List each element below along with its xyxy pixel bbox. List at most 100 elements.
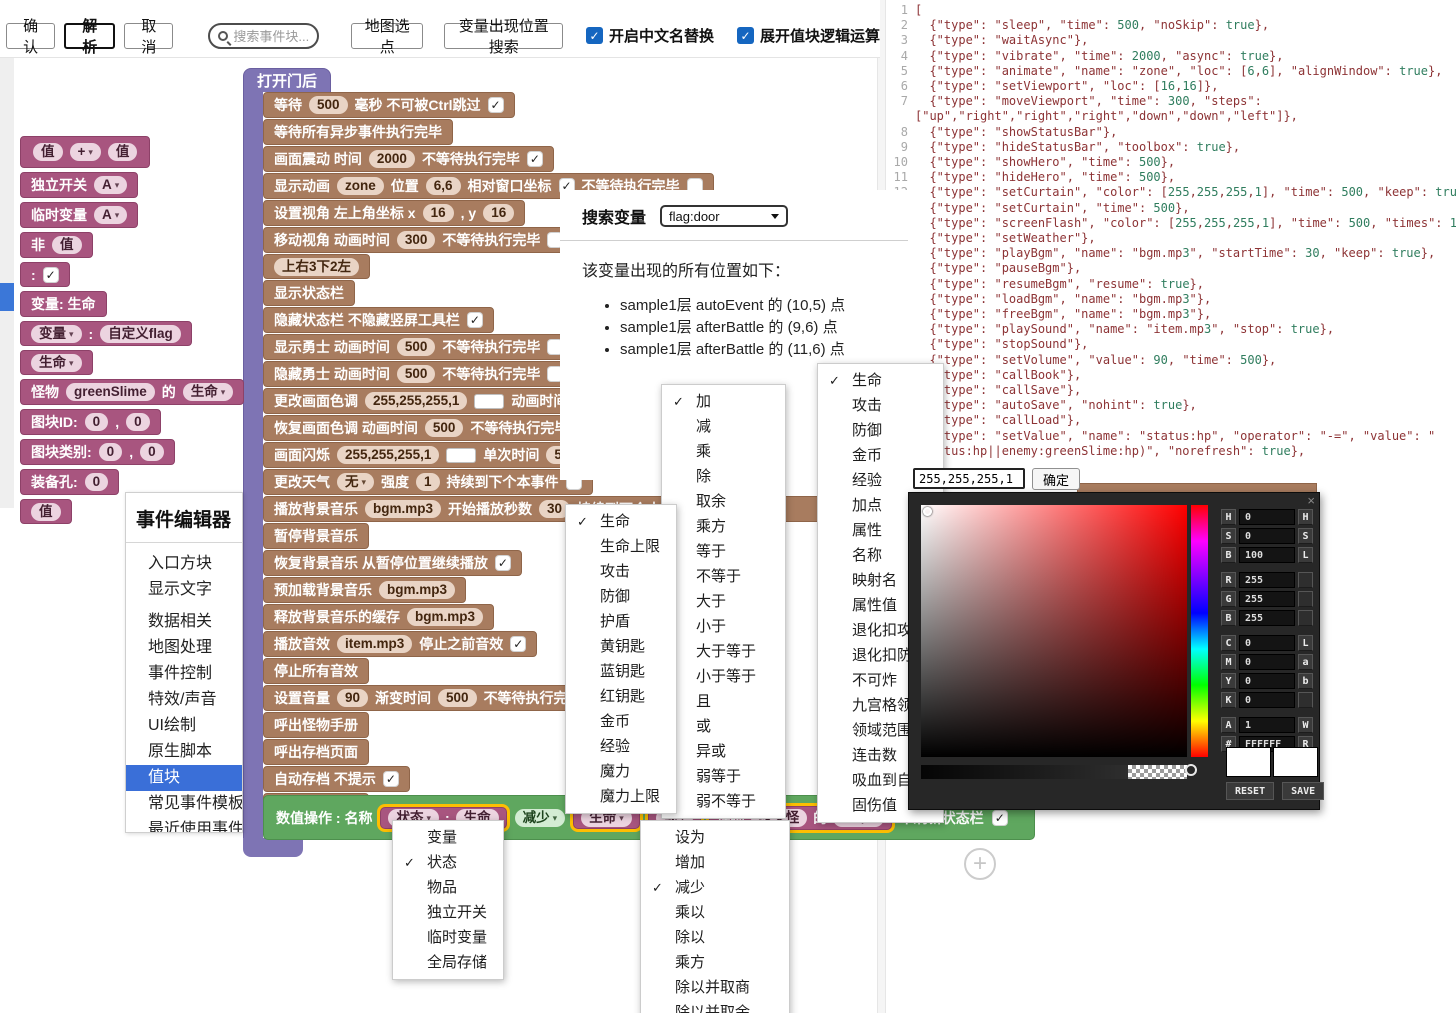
block-field[interactable]: 值 xyxy=(33,143,63,161)
menu-item[interactable]: 物品 xyxy=(393,875,503,900)
menu-item[interactable]: 大于 xyxy=(662,589,785,614)
menu-item[interactable]: ✓状态 xyxy=(393,850,503,875)
block-checkbox[interactable]: ✓ xyxy=(992,810,1008,826)
event-block[interactable]: 等待500毫秒 不可被Ctrl跳过✓ xyxy=(263,92,515,118)
block-field[interactable]: item.mp3 xyxy=(337,635,412,653)
menu-item[interactable]: 生命上限 xyxy=(566,534,676,559)
event-block[interactable]: 等待所有异步事件执行完毕 xyxy=(263,119,453,145)
value-block[interactable]: 变量: 生命 xyxy=(20,291,107,317)
event-block[interactable]: 画面震动 时间2000不等待执行完毕✓ xyxy=(263,146,554,172)
block-field[interactable]: 500 xyxy=(397,338,436,356)
event-block[interactable]: 显示状态栏 xyxy=(263,280,355,306)
block-field[interactable]: 0 xyxy=(126,413,150,431)
menu-item[interactable]: 弱等于 xyxy=(662,764,785,789)
alpha-slider[interactable] xyxy=(921,765,1187,779)
menu-item[interactable]: 红钥匙 xyxy=(566,684,676,709)
menu-item[interactable]: 大于等于 xyxy=(662,639,785,664)
block-field[interactable]: bgm.mp3 xyxy=(365,500,441,518)
block-field[interactable]: 0 xyxy=(85,473,109,491)
block-dropdown[interactable]: A▾ xyxy=(94,206,127,224)
block-field[interactable]: 6,6 xyxy=(426,177,461,195)
save-button[interactable]: SAVE xyxy=(1282,782,1324,800)
event-block[interactable]: 隐藏状态栏 不隐藏竖屏工具栏✓ xyxy=(263,307,494,333)
value-block[interactable]: 怪物greenSlime的生命▾ xyxy=(20,379,244,405)
menu-item[interactable]: 小于 xyxy=(662,614,785,639)
block-checkbox[interactable]: ✓ xyxy=(488,97,504,113)
block-checkbox[interactable]: ✓ xyxy=(495,555,511,571)
sidebar-item[interactable]: 值块 xyxy=(126,765,242,791)
sidebar-item[interactable]: 事件控制 xyxy=(126,661,242,687)
value-block[interactable]: 值 xyxy=(20,499,72,524)
block-dropdown[interactable]: A▾ xyxy=(94,176,127,194)
sidebar-item[interactable]: 原生脚本 xyxy=(126,739,242,765)
event-block[interactable]: 移动视角 动画时间300不等待执行完毕 xyxy=(263,227,574,253)
value-block[interactable]: 图块ID:0,0 xyxy=(20,409,161,435)
menu-item[interactable]: 乘方 xyxy=(662,514,785,539)
menu-item[interactable]: 等于 xyxy=(662,539,785,564)
block-field[interactable]: bgm.mp3 xyxy=(407,608,483,626)
event-block[interactable]: 播放音效item.mp3停止之前音效✓ xyxy=(263,631,537,657)
menu-item[interactable]: 防御 xyxy=(818,418,943,443)
block-field[interactable]: 300 xyxy=(397,231,436,249)
block-checkbox[interactable]: ✓ xyxy=(527,151,543,167)
menu-item[interactable]: 除以 xyxy=(641,925,789,950)
block-checkbox[interactable]: ✓ xyxy=(383,771,399,787)
event-block[interactable]: 隐藏勇士 动画时间500不等待执行完毕 xyxy=(263,361,574,387)
value-block[interactable]: 生命▾ xyxy=(20,350,93,375)
close-icon[interactable]: × xyxy=(1307,493,1315,508)
event-block[interactable]: 设置音量90渐变时间500不等待执行完毕 xyxy=(263,685,593,711)
picker-value-Y[interactable]: 0 xyxy=(1239,673,1295,689)
menu-item[interactable]: 乘以 xyxy=(641,900,789,925)
block-field[interactable]: 500 xyxy=(397,365,436,383)
menu-item[interactable]: 魔力 xyxy=(566,759,676,784)
sidebar-item[interactable]: 最近使用事件 xyxy=(126,817,242,833)
value-block[interactable]: :✓ xyxy=(20,262,70,287)
confirm-button[interactable]: 确认 xyxy=(6,23,55,49)
block-field[interactable]: 值 xyxy=(108,143,138,161)
menu-item[interactable]: 全局存储 xyxy=(393,950,503,975)
block-field[interactable]: 值 xyxy=(31,503,61,521)
menu-item[interactable]: 护盾 xyxy=(566,609,676,634)
block-field[interactable]: bgm.mp3 xyxy=(379,581,455,599)
block-field[interactable]: 0 xyxy=(99,443,123,461)
sidebar-item[interactable]: 数据相关 xyxy=(126,609,242,635)
variable-search-button[interactable]: 变量出现位置搜索 xyxy=(444,23,563,49)
menu-item[interactable]: 金币 xyxy=(566,709,676,734)
block-dropdown[interactable]: 生命▾ xyxy=(183,383,234,401)
value-block[interactable]: 装备孔:0 xyxy=(20,469,119,495)
block-field[interactable]: 90 xyxy=(337,689,368,707)
menu-item[interactable]: 独立开关 xyxy=(393,900,503,925)
block-field[interactable]: 1 xyxy=(416,473,440,491)
menu-item[interactable]: 攻击 xyxy=(566,559,676,584)
menu-item[interactable]: 或 xyxy=(662,714,785,739)
block-checkbox[interactable]: ✓ xyxy=(43,267,59,283)
block-field[interactable]: 2000 xyxy=(369,150,415,168)
value-block[interactable]: 临时变量A▾ xyxy=(20,202,138,228)
sidebar-item[interactable]: 入口方块 xyxy=(126,551,242,577)
menu-item[interactable]: 蓝钥匙 xyxy=(566,659,676,684)
sv-knob[interactable] xyxy=(923,507,932,516)
menu-item[interactable]: 不等于 xyxy=(662,564,785,589)
block-field[interactable]: 0 xyxy=(140,443,164,461)
menu-item[interactable]: 乘 xyxy=(662,439,785,464)
expand-logic-checkbox[interactable]: ✓ 展开值块逻辑运算 xyxy=(737,25,880,46)
block-field[interactable]: 255,255,255,1 xyxy=(337,446,439,464)
menu-item[interactable]: 经验 xyxy=(566,734,676,759)
block-field[interactable]: 自定义flag xyxy=(100,325,181,343)
event-block[interactable]: 自动存档 不提示✓ xyxy=(263,766,410,792)
block-field[interactable]: 500 xyxy=(425,419,464,437)
menu-item[interactable]: 除 xyxy=(662,464,785,489)
event-block[interactable]: 显示勇士 动画时间500不等待执行完毕 xyxy=(263,334,574,360)
event-block[interactable]: 设置视角 左上角坐标 x16, y16 xyxy=(263,200,525,226)
menu-item[interactable]: 魔力上限 xyxy=(566,784,676,809)
hue-slider[interactable] xyxy=(1191,505,1208,757)
picker-value-H[interactable]: 0 xyxy=(1239,509,1295,525)
menu-item[interactable]: 且 xyxy=(662,689,785,714)
color-confirm-button[interactable]: 确定 xyxy=(1032,468,1080,490)
picker-value-B[interactable]: 100 xyxy=(1239,547,1295,563)
picker-value-R[interactable]: 255 xyxy=(1239,572,1295,588)
event-header-block[interactable]: 打开门后 xyxy=(243,68,331,92)
picker-value-K[interactable]: 0 xyxy=(1239,692,1295,708)
block-dropdown[interactable]: 生命▾ xyxy=(31,354,82,372)
event-block[interactable]: 更改天气无▾强度1持续到下个本事件 xyxy=(263,469,593,495)
